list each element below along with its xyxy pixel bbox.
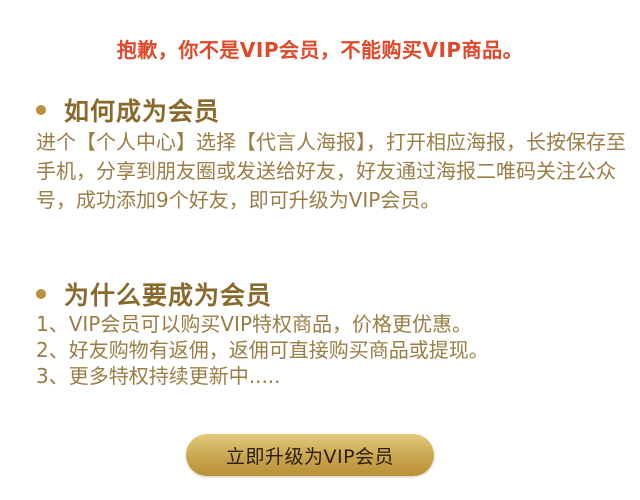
upgrade-to-vip-button[interactable]: 立即升级为VIP会员 xyxy=(186,434,434,476)
bullet-dot-icon xyxy=(36,289,46,299)
why-section-title: 为什么要成为会员 xyxy=(64,281,273,310)
how-section-body: 进个【个人中心】选择【代言人海报】，打开相应海报，长按保存至手机，分享到朋友圈或… xyxy=(36,130,626,212)
bullet-dot-icon xyxy=(36,105,46,115)
how-section-title: 如何成为会员 xyxy=(64,97,221,126)
why-become-member-heading: 为什么要成为会员 xyxy=(36,276,272,312)
vip-required-page: 抱歉，你不是VIP会员，不能购买VIP商品。 如何成为会员 进个【个人中心】选择… xyxy=(0,0,640,500)
not-vip-notice: 抱歉，你不是VIP会员，不能购买VIP商品。 xyxy=(116,38,524,62)
list-item: 1、VIP会员可以购买VIP特权商品，价格更优惠。 xyxy=(36,312,473,336)
why-section-list: 1、VIP会员可以购买VIP特权商品，价格更优惠。 2、好友购物有返佣，返佣可直… xyxy=(36,311,628,389)
list-item: 2、好友购物有返佣，返佣可直接购买商品或提现。 xyxy=(36,338,489,362)
list-item: 3、更多特权持续更新中..... xyxy=(36,364,281,388)
how-to-become-member-heading: 如何成为会员 xyxy=(36,92,220,128)
